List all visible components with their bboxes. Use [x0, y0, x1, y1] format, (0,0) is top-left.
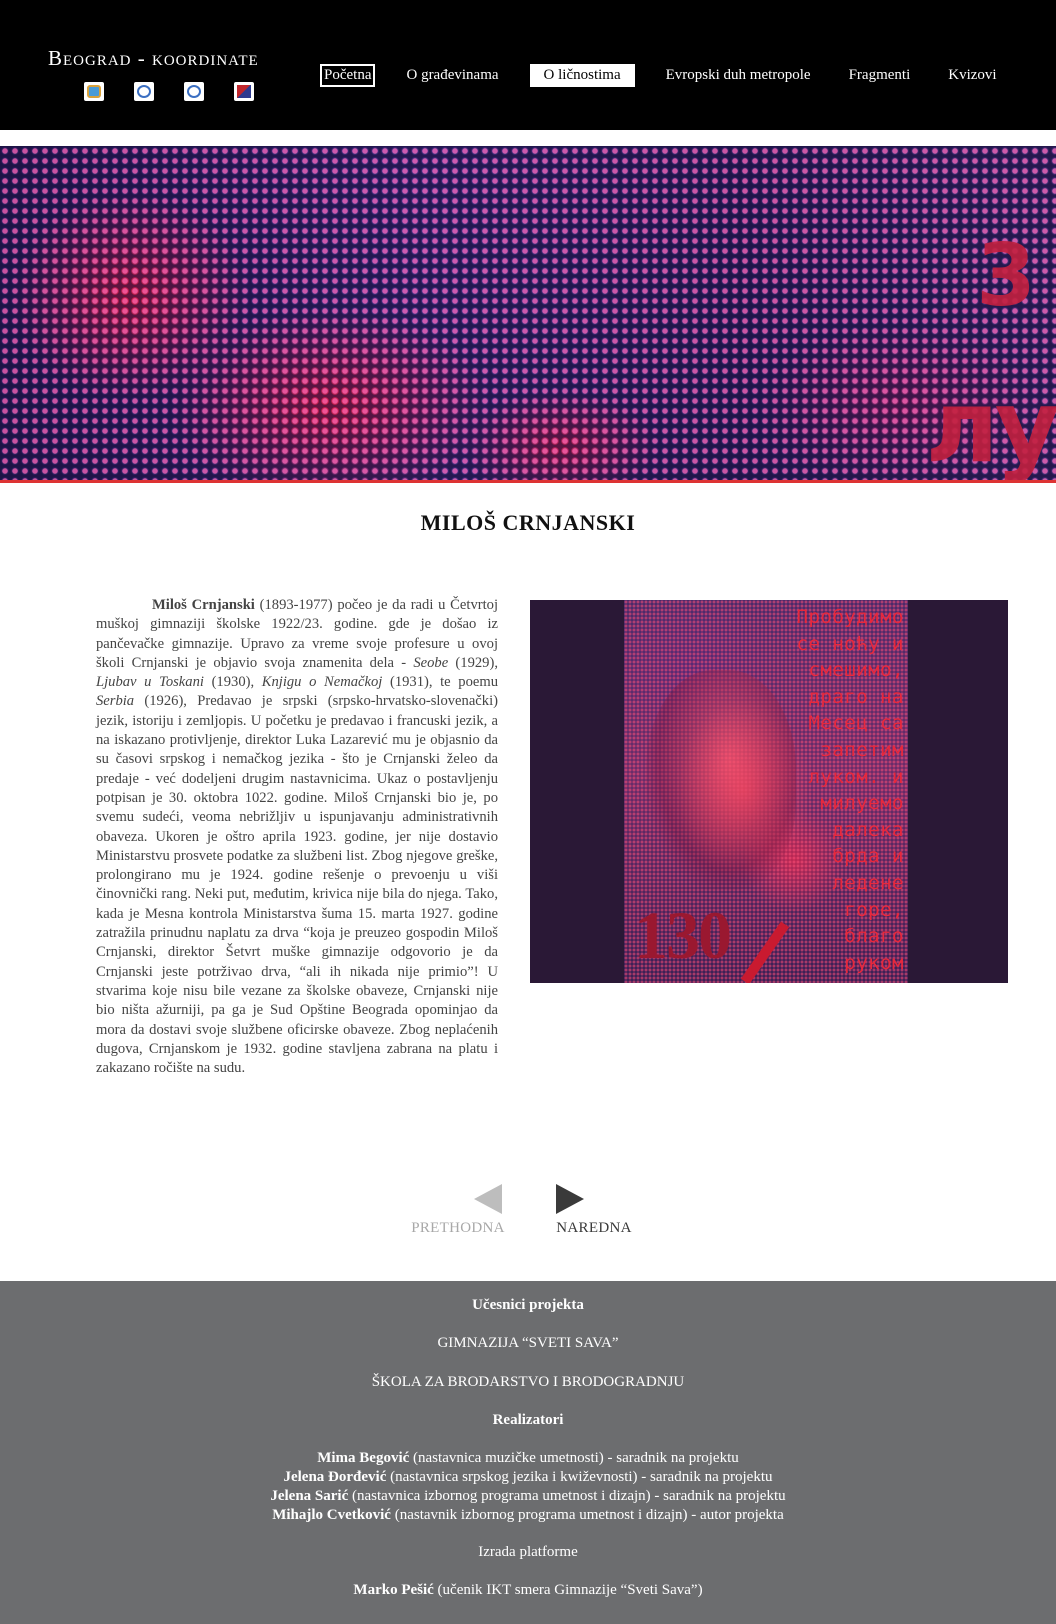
poster-line: горе,: [844, 898, 904, 921]
credit-role: (nastavnica izbornog programa umetnost i…: [348, 1488, 786, 1504]
poster-line: запетим: [820, 738, 904, 761]
poster-line: драго на: [808, 685, 904, 708]
poster-line: Пробудимо: [796, 606, 904, 628]
next-button[interactable]: NAREDNA: [552, 1184, 636, 1237]
platform-credit-name: Marko Pešić: [353, 1582, 434, 1598]
article-lead-name: Miloš Crnjanski: [152, 597, 255, 613]
participants-heading: Učesnici projekta: [472, 1297, 584, 1313]
poster-line: се ноћу и: [796, 632, 904, 655]
arrow-right-icon: [556, 1184, 584, 1214]
article-title: MILOŠ CRNJANSKI: [420, 510, 636, 535]
poster-line: брда и: [832, 845, 904, 868]
nav-item-o-gradjevinama[interactable]: O građevinama: [399, 64, 505, 87]
platform-heading: Izrada platforme: [478, 1544, 578, 1560]
previous-button[interactable]: PRETHODNA: [408, 1184, 508, 1237]
poster-line: Месец са: [808, 712, 904, 735]
banner-letter-bottom: лу: [925, 368, 1056, 483]
site-header: Beograd - koordinate Početna O građevina…: [0, 0, 1056, 130]
credit-name: Jelena Đorđević: [283, 1469, 387, 1485]
credit-name: Mima Begović: [317, 1450, 410, 1466]
participant-school-1: GIMNAZIJA “SVETI SAVA”: [437, 1335, 619, 1351]
platform-credit-role: (učenik IKT smera Gimnazije “Sveti Sava”…: [433, 1582, 703, 1598]
article-work-serbia: Serbia: [96, 693, 135, 710]
main-nav: Početna O građevinama O ličnostima Evrop…: [320, 64, 1004, 87]
nav-item-fragmenti[interactable]: Fragmenti: [842, 64, 918, 87]
poster-image: Пробудимо се ноћу и смешимо, драго на Ме…: [530, 600, 1008, 983]
next-label: NAREDNA: [556, 1220, 632, 1236]
poster-line: далека: [832, 818, 904, 841]
credit-role: (nastavnik izbornog programa umetnost i …: [390, 1507, 784, 1523]
school-logo-1-icon[interactable]: [84, 82, 104, 101]
nav-item-o-licnostima[interactable]: O ličnostima: [529, 64, 635, 87]
poster-poem: Пробудимо се ноћу и смешимо, драго на Ме…: [764, 604, 904, 976]
participant-school-2: ŠKOLA ZA BRODARSTVO I BRODOGRADNJU: [371, 1374, 685, 1390]
credit-line: Jelena Đorđević (nastavnica srpskog jezi…: [0, 1468, 1056, 1488]
poster-line: милуемо: [820, 792, 904, 815]
article-text-2: (1929),: [448, 654, 498, 671]
nav-item-evropski-duh[interactable]: Evropski duh metropole: [659, 64, 818, 87]
pagination: PRETHODNA NAREDNA: [0, 1184, 1056, 1237]
credit-line: Jelena Sarić (nastavnica izbornog progra…: [0, 1487, 1056, 1507]
article-work-seobe: Seobe: [413, 654, 449, 671]
credit-name: Jelena Sarić: [270, 1488, 349, 1504]
poster-line: луком. и: [808, 765, 904, 788]
realizers-heading: Realizatori: [492, 1412, 564, 1428]
poster-number: 130: [634, 897, 732, 973]
credit-line: Mima Begović (nastavnica muzičke umetnos…: [0, 1449, 1056, 1469]
nav-item-pocetna[interactable]: Početna: [320, 64, 376, 87]
article-text-5: (1926), Predavao je srpski (srpsko-hrvat…: [96, 693, 498, 1077]
hero-banner: 3 лу: [0, 146, 1056, 483]
nav-item-kvizovi[interactable]: Kvizovi: [941, 64, 1003, 87]
credit-role: (nastavnica srpskog jezika i kwiževnosti…: [386, 1469, 773, 1485]
arrow-left-icon: [474, 1184, 502, 1214]
school-logo-2-icon[interactable]: [134, 82, 154, 101]
school-logo-4-icon[interactable]: [234, 82, 254, 101]
credit-role: (nastavnica muzičke umetnosti) - saradni…: [409, 1450, 739, 1466]
previous-label: PRETHODNA: [411, 1220, 505, 1236]
poster-line: смешимо,: [808, 659, 904, 682]
site-footer: Učesnici projekta GIMNAZIJA “SVETI SAVA”…: [0, 1281, 1056, 1624]
partner-logos: [84, 82, 254, 101]
poster-line: руком: [844, 951, 904, 974]
credit-line: Mihajlo Cvetković (nastavnik izbornog pr…: [0, 1506, 1056, 1526]
poster-line: ледене: [832, 871, 904, 894]
site-title[interactable]: Beograd - koordinate: [48, 46, 259, 71]
banner-letter-top: 3: [976, 226, 1036, 326]
article-text-3: (1930),: [203, 674, 262, 691]
article-work-knjiga: Knjigu o Nemačkoj: [261, 674, 383, 691]
platform-credit: Marko Pešić (učenik IKT smera Gimnazije …: [0, 1582, 1056, 1599]
article-work-ljubav: Ljubav u Toskani: [96, 674, 204, 691]
article-text-4: (1931), te poemu: [382, 674, 498, 691]
credit-name: Mihajlo Cvetković: [272, 1507, 391, 1523]
school-logo-3-icon[interactable]: [184, 82, 204, 101]
article-body: Miloš Crnjanski (1893-1977) počeo je da …: [96, 596, 498, 1078]
